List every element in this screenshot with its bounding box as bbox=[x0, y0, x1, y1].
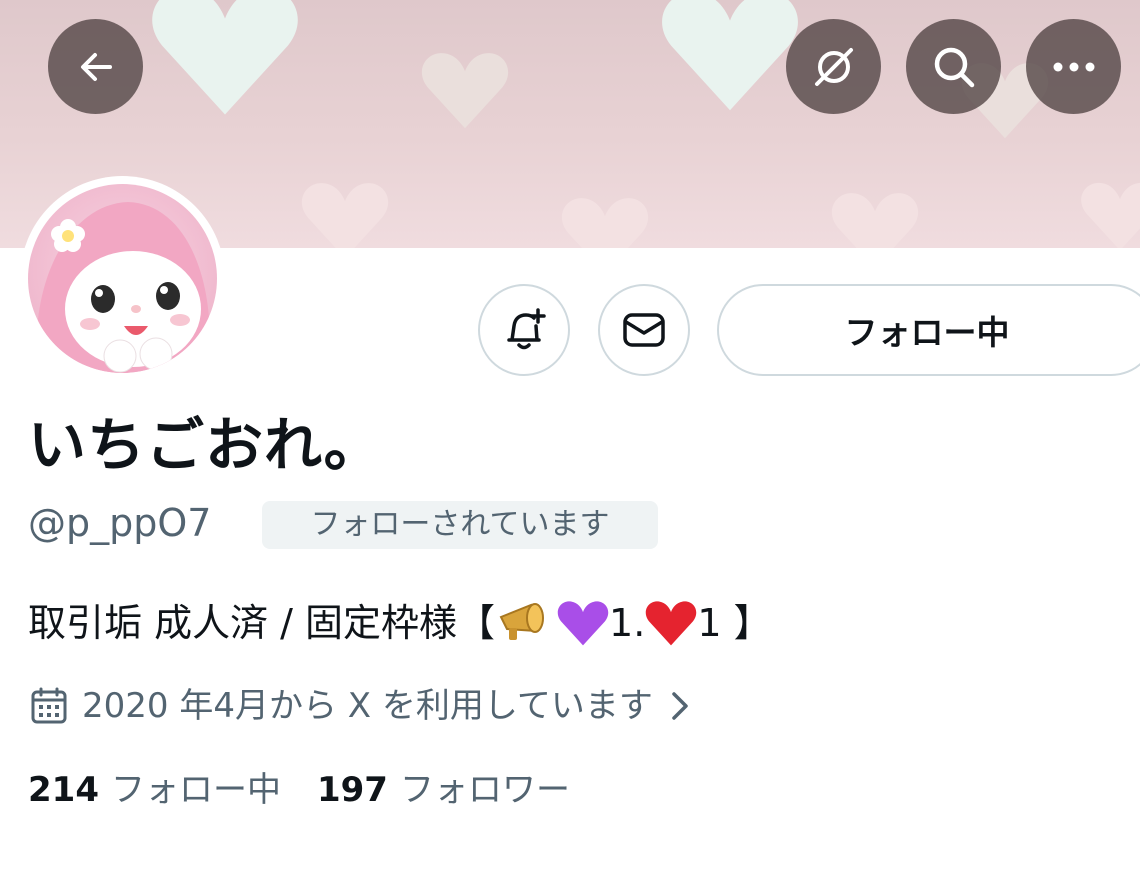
following-button[interactable]: フォロー中 bbox=[717, 284, 1140, 376]
bio-end: 1 】 bbox=[697, 601, 772, 645]
follows-you-badge: フォローされています bbox=[262, 501, 658, 549]
bell-plus-icon bbox=[507, 308, 546, 350]
followers-count: 197 bbox=[316, 770, 388, 810]
purple-heart-icon bbox=[557, 601, 609, 646]
grok-button[interactable] bbox=[786, 19, 881, 114]
joined-date[interactable]: 2020 年4月から X を利用しています bbox=[30, 682, 693, 730]
bio-mid: 1. bbox=[609, 601, 646, 645]
followers-label: フォロワー bbox=[399, 770, 570, 810]
envelope-icon bbox=[623, 313, 665, 347]
message-button[interactable] bbox=[598, 284, 690, 376]
megaphone-icon bbox=[499, 603, 545, 640]
handle: @p_ppO7 bbox=[28, 501, 212, 545]
banner-heart-icon bbox=[152, 0, 298, 115]
avatar-image bbox=[28, 184, 217, 373]
joined-text: 2020 年4月から X を利用しています bbox=[82, 686, 653, 726]
display-name: いちごおれ。 bbox=[28, 411, 383, 479]
notify-button[interactable] bbox=[478, 284, 570, 376]
following-label: フォロー中 bbox=[110, 770, 281, 810]
banner-heart-icon bbox=[562, 198, 648, 248]
banner-heart-icon bbox=[832, 193, 918, 248]
banner-heart-icon bbox=[302, 183, 388, 248]
arrow-left-icon bbox=[80, 52, 112, 81]
avatar[interactable] bbox=[20, 176, 225, 381]
more-icon bbox=[1053, 62, 1094, 71]
red-heart-icon bbox=[646, 601, 697, 646]
banner-heart-icon bbox=[662, 0, 798, 111]
following-stat[interactable]: 214 フォロー中 bbox=[28, 766, 281, 814]
profile-stats: 214 フォロー中 197 フォロワー bbox=[28, 766, 570, 814]
banner-heart-icon bbox=[1081, 182, 1140, 248]
more-button[interactable] bbox=[1026, 19, 1121, 114]
chevron-right-icon bbox=[672, 692, 688, 720]
banner-heart-icon bbox=[421, 53, 509, 129]
bio-prefix: 取引垢 成人済 / 固定枠様【 bbox=[28, 601, 496, 645]
followers-stat[interactable]: 197 フォロワー bbox=[317, 766, 570, 814]
bio: 取引垢 成人済 / 固定枠様【 1. 1 】 bbox=[28, 596, 772, 650]
calendar-icon bbox=[31, 687, 67, 724]
following-count: 214 bbox=[28, 770, 99, 810]
grok-icon bbox=[814, 47, 853, 86]
back-button[interactable] bbox=[48, 19, 143, 114]
search-button[interactable] bbox=[906, 19, 1001, 114]
search-icon bbox=[934, 47, 974, 87]
